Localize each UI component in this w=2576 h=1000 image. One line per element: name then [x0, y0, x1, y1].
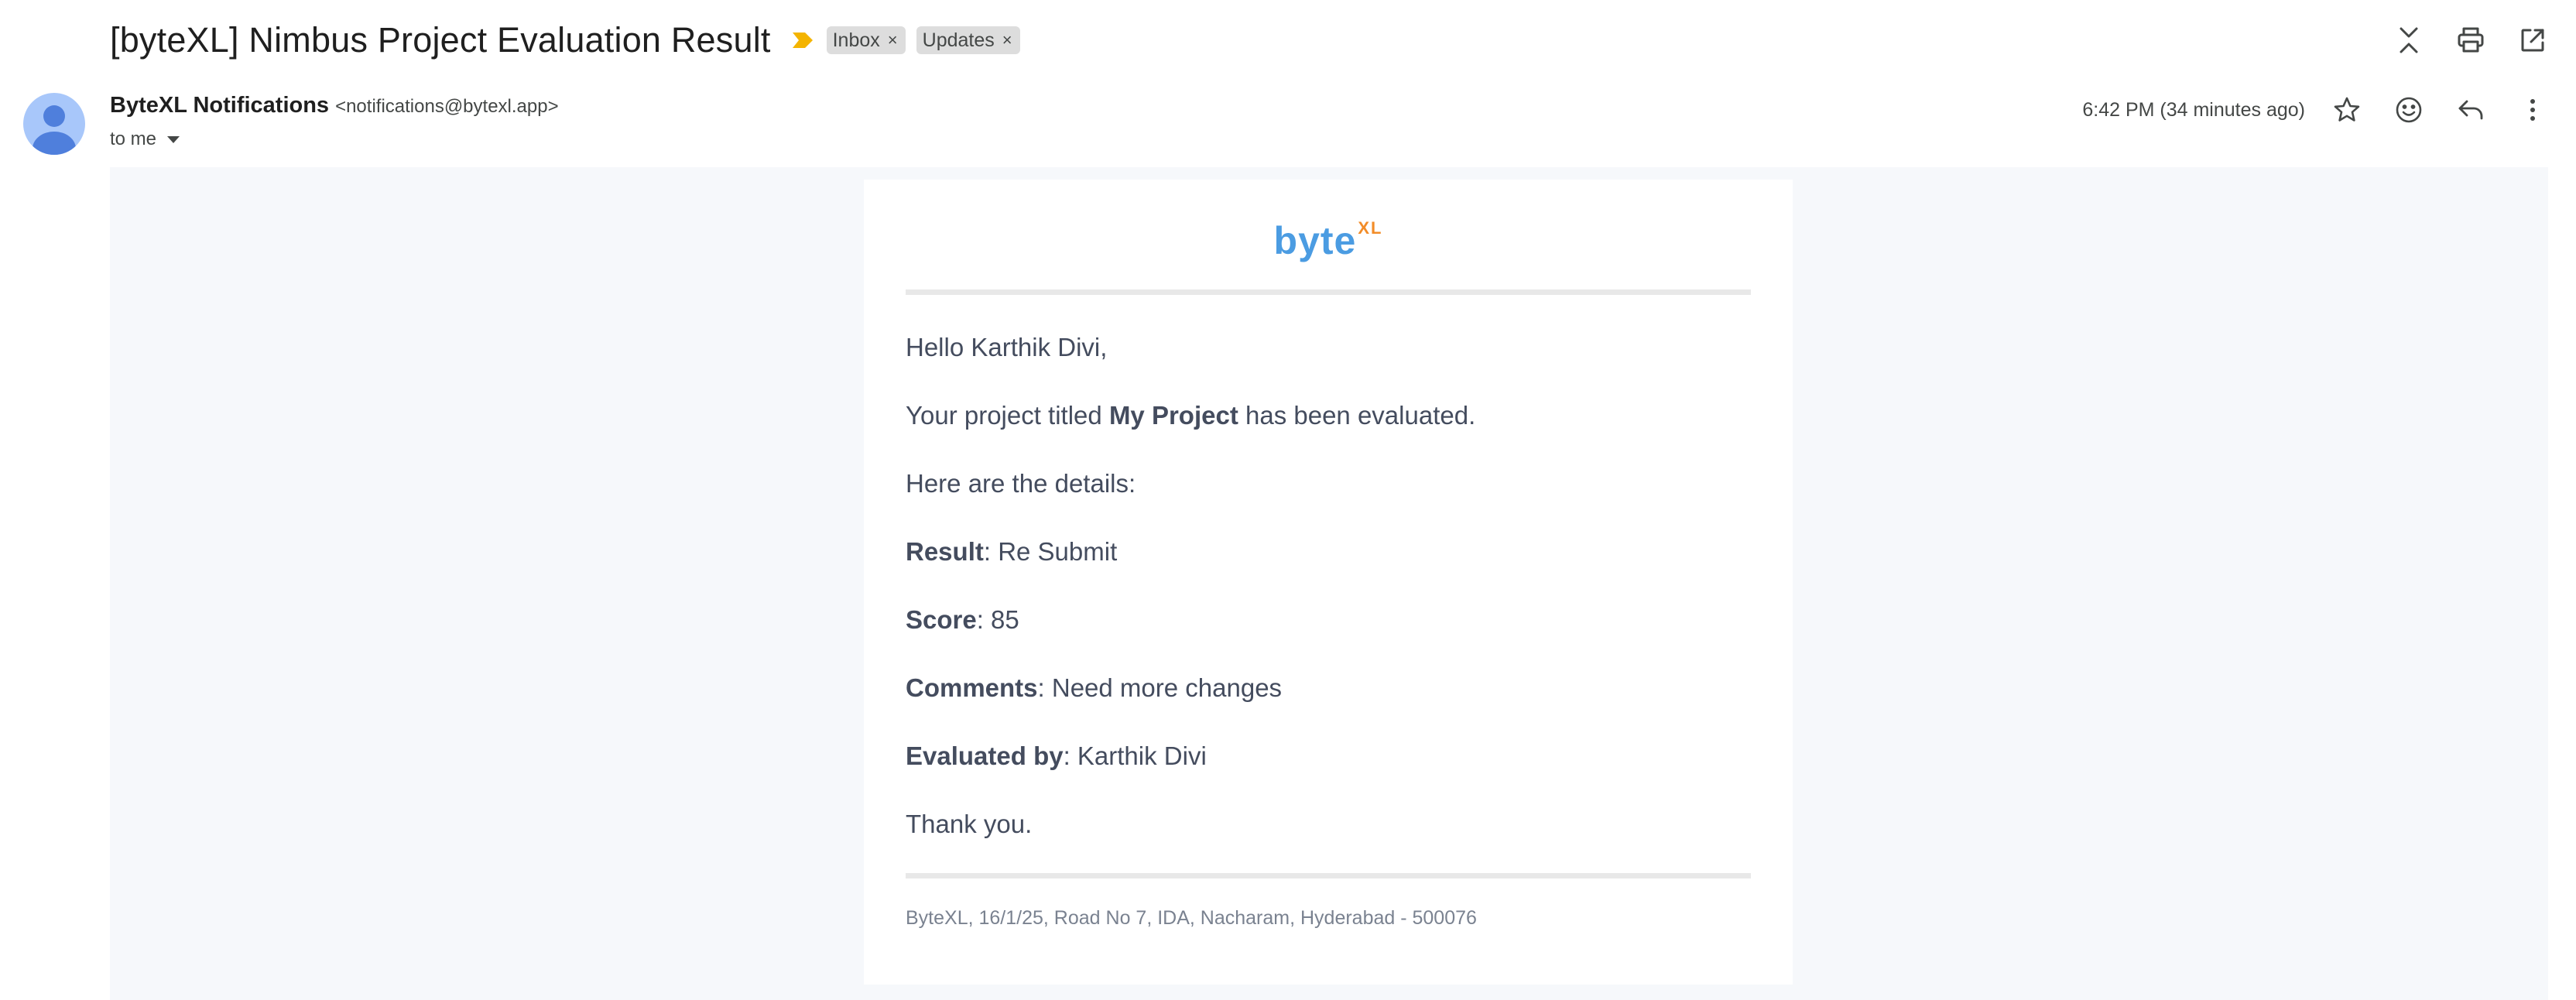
greeting: Hello Karthik Divi, — [906, 333, 1108, 361]
chevron-down-icon[interactable] — [167, 135, 180, 143]
remove-label-icon[interactable]: × — [888, 30, 898, 50]
message-actions: 6:42 PM (34 minutes ago) — [2082, 91, 2576, 128]
detail-result: Result: Re Submit — [906, 537, 1117, 567]
reply-icon[interactable] — [2452, 91, 2489, 128]
sender-name[interactable]: ByteXL Notifications — [110, 93, 329, 118]
logo-super-text: XL — [1358, 218, 1383, 238]
detail-label: Evaluated by — [906, 741, 1064, 770]
thread-toolbar — [2390, 22, 2576, 59]
intro-text-end: has been evaluated. — [1238, 401, 1476, 430]
recipient-text: to me — [110, 128, 157, 149]
label-chip-updates: Updates × — [916, 26, 1020, 54]
collapse-all-icon[interactable] — [2390, 22, 2427, 59]
detail-value: : Need more changes — [1037, 673, 1283, 702]
email-subject: [byteXL] Nimbus Project Evaluation Resul… — [110, 20, 771, 60]
message-timestamp: 6:42 PM (34 minutes ago) — [2082, 98, 2305, 121]
email-content-card: byteXL Hello Karthik Divi, Your project … — [864, 180, 1793, 985]
label-chip-inbox: Inbox × — [826, 26, 906, 54]
project-name: My Project — [1108, 401, 1238, 430]
detail-label: Comments — [906, 673, 1038, 702]
star-icon[interactable] — [2328, 91, 2365, 128]
top-divider — [906, 289, 1751, 295]
bytexl-logo: byteXL — [864, 218, 1793, 263]
detail-value: : 85 — [976, 605, 1019, 634]
footer-address: ByteXL, 16/1/25, Road No 7, IDA, Nachara… — [906, 907, 1477, 929]
label-chip-text: Updates — [922, 29, 995, 51]
logo-main-text: byte — [1273, 219, 1357, 262]
detail-value: : Re Submit — [983, 537, 1118, 566]
more-vert-icon[interactable] — [2514, 91, 2551, 128]
recipient-details-toggle[interactable]: to me — [110, 128, 559, 150]
remove-label-icon[interactable]: × — [1002, 30, 1012, 50]
intro-text: Your project titled — [906, 401, 1109, 430]
detail-label: Score — [906, 605, 977, 634]
print-icon[interactable] — [2452, 22, 2489, 59]
closing: Thank you. — [906, 810, 1033, 838]
sender-email: <notifications@bytexl.app> — [335, 96, 559, 117]
sender-avatar[interactable] — [23, 93, 85, 155]
detail-value: : Karthik Divi — [1063, 741, 1207, 770]
bottom-divider — [906, 873, 1751, 878]
label-chip-text: Inbox — [832, 29, 880, 51]
detail-score: Score: 85 — [906, 605, 1019, 635]
intro-paragraph: Your project titled My Project has been … — [906, 401, 1475, 430]
importance-marker-icon[interactable] — [791, 31, 814, 50]
subject-row: [byteXL] Nimbus Project Evaluation Resul… — [110, 15, 1020, 65]
detail-comments: Comments: Need more changes — [906, 673, 1282, 703]
details-intro: Here are the details: — [906, 469, 1136, 498]
emoji-react-icon[interactable] — [2390, 91, 2427, 128]
detail-evaluated-by: Evaluated by: Karthik Divi — [906, 741, 1207, 771]
detail-label: Result — [906, 537, 984, 566]
sender-block: ByteXL Notifications <notifications@byte… — [110, 93, 559, 150]
open-in-new-window-icon[interactable] — [2514, 22, 2551, 59]
